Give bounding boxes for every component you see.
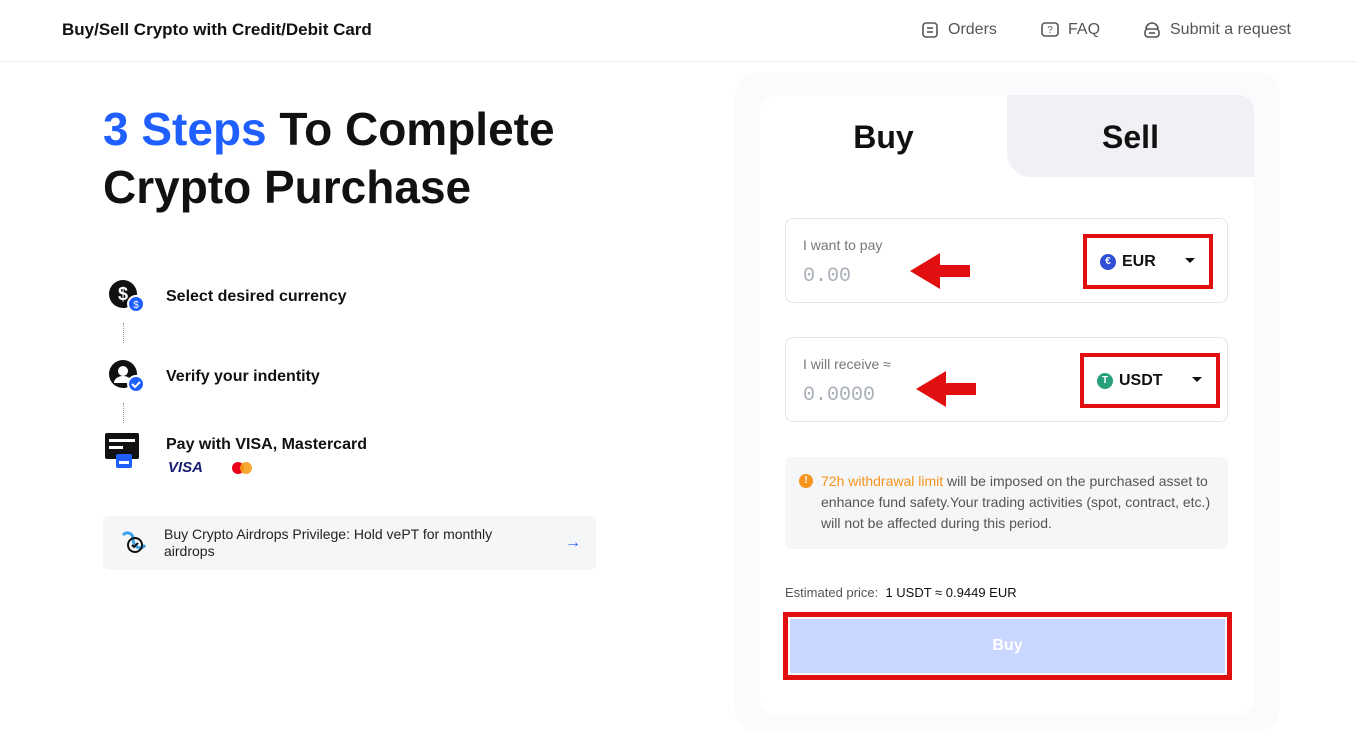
euro-icon: € — [1100, 253, 1116, 270]
chevron-down-icon — [1185, 258, 1195, 263]
estimated-price-label: Estimated price: — [785, 585, 879, 600]
verify-icon — [104, 357, 145, 397]
nav-submit-request[interactable]: Submit a request — [1142, 20, 1291, 40]
estimated-price-value: 1 USDT ≈ 0.9449 EUR — [885, 585, 1017, 600]
faq-icon: ? — [1040, 20, 1060, 40]
step-pay: Pay with VISA, Mastercard VISA — [104, 432, 367, 476]
buy-button-highlight: Buy — [783, 612, 1232, 680]
airdrop-promo-banner[interactable]: Buy Crypto Airdrops Privilege: Hold vePT… — [103, 516, 596, 570]
receive-currency-select[interactable]: T USDT — [1080, 353, 1220, 408]
estimated-price: Estimated price: 1 USDT ≈ 0.9449 EUR — [785, 585, 1017, 600]
pay-currency-select[interactable]: € EUR — [1083, 234, 1213, 289]
chevron-down-icon — [1192, 377, 1202, 382]
airdrop-icon — [119, 529, 149, 562]
nav-submit-label: Submit a request — [1170, 21, 1291, 38]
support-icon — [1142, 20, 1162, 40]
notice-text: 72h withdrawal limit will be imposed on … — [821, 471, 1216, 534]
annotation-arrow — [910, 253, 972, 294]
svg-text:$: $ — [133, 300, 139, 311]
orders-icon — [920, 20, 940, 40]
receive-label: I will receive ≈ — [803, 356, 891, 372]
hero-title-rest: To Complete — [266, 103, 555, 155]
receive-field[interactable]: I will receive ≈ 0.0000 T USDT — [785, 337, 1228, 422]
top-bar: Buy/Sell Crypto with Credit/Debit Card O… — [0, 0, 1357, 62]
receive-currency-label: USDT — [1119, 371, 1163, 389]
step-connector — [123, 323, 125, 343]
annotation-arrow — [916, 371, 978, 412]
tab-buy[interactable]: Buy — [760, 119, 1007, 156]
notice-highlight-link[interactable]: 72h withdrawal limit — [821, 473, 943, 489]
buy-button[interactable]: Buy — [790, 619, 1225, 673]
step-connector — [123, 403, 125, 423]
mastercard-logo — [231, 461, 253, 475]
pay-amount-input[interactable]: 0.00 — [803, 265, 851, 288]
pay-currency-label: EUR — [1122, 252, 1156, 270]
hero-title: 3 Steps To Complete Crypto Purchase — [103, 100, 555, 216]
visa-logo: VISA — [168, 459, 204, 476]
trade-card: Buy Sell I want to pay 0.00 € EUR I will… — [760, 95, 1254, 715]
withdrawal-notice: ! 72h withdrawal limit will be imposed o… — [785, 457, 1228, 549]
step-verify-identity: Verify your indentity — [104, 357, 320, 397]
card-icon — [104, 432, 144, 472]
pay-field[interactable]: I want to pay 0.00 € EUR — [785, 218, 1228, 303]
step-label: Pay with VISA, Mastercard — [166, 436, 367, 453]
receive-amount-input[interactable]: 0.0000 — [803, 384, 875, 407]
pay-label: I want to pay — [803, 237, 883, 253]
svg-text:?: ? — [1047, 25, 1053, 36]
currency-icon: $ $ — [104, 277, 145, 317]
svg-text:$: $ — [118, 284, 128, 304]
nav-faq-label: FAQ — [1068, 21, 1101, 38]
tether-icon: T — [1097, 372, 1113, 389]
warning-icon: ! — [799, 474, 813, 488]
page-title: Buy/Sell Crypto with Credit/Debit Card — [62, 20, 372, 39]
tab-sell[interactable]: Sell — [1007, 119, 1254, 156]
promo-text: Buy Crypto Airdrops Privilege: Hold vePT… — [164, 526, 493, 559]
hero-title-line2: Crypto Purchase — [103, 161, 472, 213]
hero-title-accent: 3 Steps — [103, 103, 267, 155]
arrow-right-icon[interactable]: → — [565, 534, 581, 552]
nav-orders[interactable]: Orders — [920, 20, 997, 40]
step-select-currency: $ $ Select desired currency — [104, 277, 347, 317]
nav-orders-label: Orders — [948, 21, 997, 38]
nav-faq[interactable]: ? FAQ — [1040, 20, 1100, 40]
step-label: Select desired currency — [166, 288, 347, 305]
step-label: Verify your indentity — [166, 368, 320, 385]
